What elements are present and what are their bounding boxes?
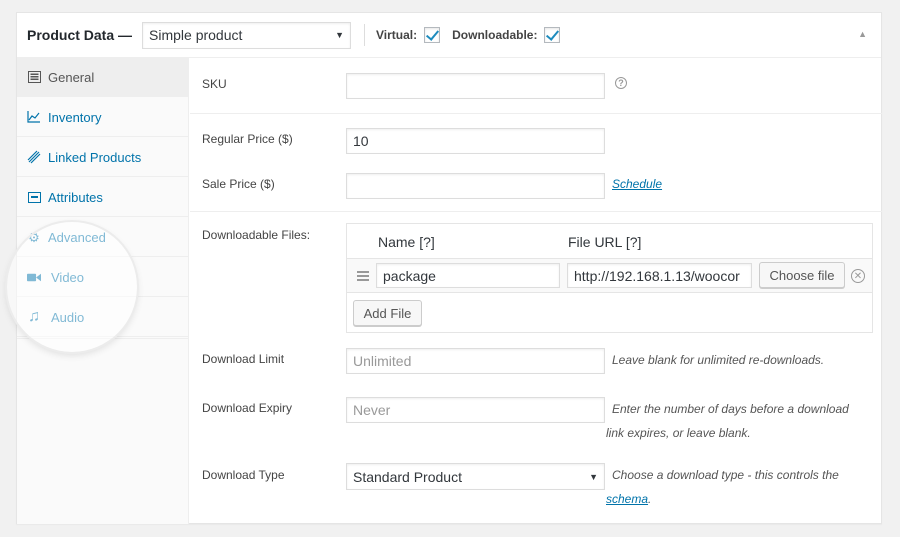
downloadable-label: Downloadable: bbox=[452, 28, 538, 42]
sku-input[interactable] bbox=[346, 73, 605, 99]
tab-general[interactable]: General bbox=[17, 58, 189, 97]
sale-price-input[interactable] bbox=[346, 173, 605, 199]
product-type-value: Simple product bbox=[149, 27, 243, 43]
downloadable-files-table: Name [?] File URL [?] package http://192… bbox=[346, 223, 873, 333]
panel-title: Product Data — bbox=[27, 27, 133, 43]
download-type-select[interactable]: Standard Product ▼ bbox=[346, 463, 605, 490]
tab-advanced[interactable]: ⚙ Advanced bbox=[17, 218, 189, 257]
tab-label: Audio bbox=[51, 309, 85, 325]
video-camera-icon bbox=[27, 270, 41, 284]
choose-file-button[interactable]: Choose file bbox=[759, 262, 845, 288]
product-data-tabs: General Inventory Linked Products Attrib… bbox=[17, 58, 189, 524]
download-expiry-input[interactable]: Never bbox=[346, 397, 605, 423]
download-type-label: Download Type bbox=[202, 468, 285, 482]
download-type-description: Choose a download type - this controls t… bbox=[606, 468, 839, 506]
file-url-input[interactable]: http://192.168.1.13/woocor bbox=[567, 263, 752, 288]
add-file-button[interactable]: Add File bbox=[353, 300, 422, 326]
general-icon bbox=[27, 70, 41, 84]
download-limit-input[interactable]: Unlimited bbox=[346, 348, 605, 374]
triangle-up-icon[interactable]: ▲ bbox=[858, 29, 867, 39]
tab-linked-products[interactable]: Linked Products bbox=[17, 138, 189, 177]
dropdown-arrow-icon: ▼ bbox=[589, 471, 598, 482]
virtual-checkbox[interactable] bbox=[424, 27, 441, 43]
drag-handle-icon[interactable] bbox=[357, 271, 369, 281]
tab-label: Attributes bbox=[48, 189, 103, 205]
product-type-select[interactable]: Simple product ▼ bbox=[142, 21, 352, 49]
name-column-header: Name [?] bbox=[378, 234, 435, 250]
tab-attributes[interactable]: Attributes bbox=[17, 178, 189, 217]
downloadable-files-label: Downloadable Files: bbox=[202, 228, 311, 242]
dropdown-arrow-icon: ▼ bbox=[335, 30, 345, 40]
tab-label: Inventory bbox=[48, 109, 102, 125]
schedule-link[interactable]: Schedule bbox=[612, 177, 662, 191]
table-row: package http://192.168.1.13/woocor Choos… bbox=[347, 258, 872, 293]
sku-label: SKU bbox=[202, 77, 227, 91]
regular-price-input[interactable]: 10 bbox=[346, 128, 605, 154]
download-limit-label: Download Limit bbox=[202, 352, 285, 366]
help-icon[interactable]: ? bbox=[615, 77, 627, 89]
file-name-input[interactable]: package bbox=[376, 263, 560, 288]
link-icon bbox=[27, 150, 41, 164]
url-column-header: File URL [?] bbox=[568, 234, 642, 250]
download-type-value: Standard Product bbox=[353, 468, 462, 485]
tab-label: Video bbox=[51, 269, 85, 285]
regular-price-label: Regular Price ($) bbox=[202, 132, 293, 146]
schema-link[interactable]: schema bbox=[606, 492, 648, 506]
download-expiry-description: Enter the number of days before a downlo… bbox=[606, 402, 849, 440]
header-separator bbox=[364, 24, 366, 46]
tab-label: Linked Products bbox=[48, 149, 142, 165]
panel-header: Product Data — Simple product ▼ Virtual:… bbox=[17, 13, 881, 58]
gear-icon: ⚙ bbox=[28, 229, 40, 245]
inventory-icon bbox=[27, 110, 41, 124]
music-note-icon: ♫ bbox=[28, 308, 40, 325]
downloadable-checkbox[interactable] bbox=[544, 27, 561, 43]
section-divider bbox=[190, 211, 882, 212]
download-expiry-label: Download Expiry bbox=[202, 401, 293, 415]
remove-file-icon[interactable]: ✕ bbox=[851, 269, 865, 283]
tab-label: General bbox=[48, 69, 95, 85]
tabs-bottom-divider bbox=[17, 338, 189, 339]
sale-price-label: Sale Price ($) bbox=[202, 177, 275, 191]
tab-inventory[interactable]: Inventory bbox=[17, 98, 189, 137]
attributes-icon bbox=[27, 190, 41, 204]
general-panel: SKU ? Regular Price ($) 10 Sale Price ($… bbox=[190, 58, 882, 524]
tab-video[interactable]: Video bbox=[17, 258, 189, 297]
virtual-label: Virtual: bbox=[376, 28, 418, 42]
tab-audio[interactable]: ♫ Audio bbox=[17, 298, 189, 337]
download-limit-description: Leave blank for unlimited re-downloads. bbox=[612, 353, 825, 367]
tab-label: Advanced bbox=[48, 229, 106, 245]
product-data-panel: Product Data — Simple product ▼ Virtual:… bbox=[16, 12, 882, 524]
section-divider bbox=[190, 113, 882, 114]
